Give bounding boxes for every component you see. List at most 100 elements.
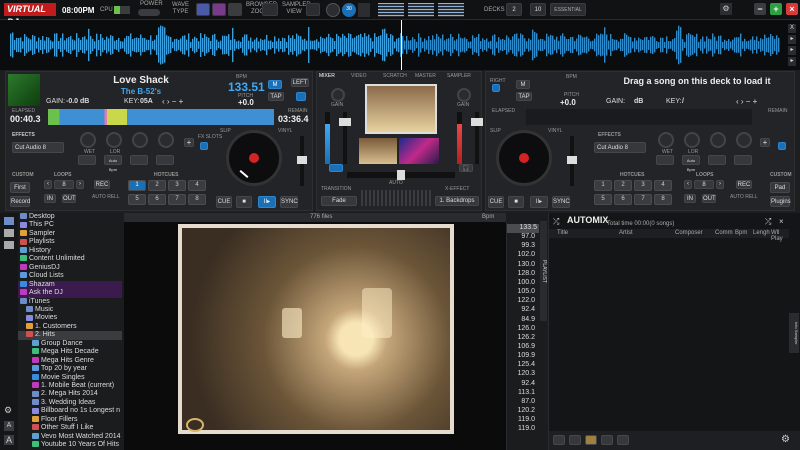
deck-left-fx-knob-3[interactable] <box>132 132 148 148</box>
crossfader[interactable] <box>347 170 455 180</box>
wave-side-button-2[interactable]: ▸ <box>788 35 796 44</box>
folder-tree-item[interactable]: Movie Singles <box>18 374 85 383</box>
bpm-cell[interactable]: 125.4 <box>507 361 537 370</box>
folder-tree-item[interactable]: Mega Hits Decade <box>18 348 99 357</box>
automix-column-header[interactable]: Lengh <box>753 230 770 236</box>
mixer-transition-select[interactable]: Fade <box>321 196 357 206</box>
bpm-cell[interactable]: 122.0 <box>507 297 537 306</box>
bpm-cell[interactable]: 87.0 <box>507 398 537 407</box>
folder-tree-item[interactable]: Group Dance <box>18 340 83 349</box>
font-size-small-button[interactable]: A <box>4 421 14 431</box>
bpm-cell[interactable]: 105.0 <box>507 288 537 297</box>
mixer-tab-master[interactable]: MASTER <box>415 73 436 79</box>
automix-column-header[interactable]: Title <box>557 230 568 236</box>
deck-right-loop-size[interactable]: 8 <box>694 180 714 189</box>
deck-left-cue-button[interactable]: CUE <box>216 196 232 208</box>
shuffle-icon[interactable]: ⤮ <box>553 217 561 226</box>
deck-right-song-progress[interactable] <box>526 109 752 125</box>
automix-shuffle-icon[interactable]: ⤮ <box>765 217 773 226</box>
bpm-cell[interactable]: 99.3 <box>507 242 537 251</box>
automix-skip-icon[interactable] <box>601 435 613 445</box>
wave-side-button-4[interactable]: ▸ <box>788 57 796 66</box>
layout-count[interactable]: 10 <box>530 3 546 16</box>
folder-tree-item[interactable]: Ask the DJ <box>18 289 122 298</box>
folder-tree-item[interactable]: History <box>18 247 51 256</box>
deck-left-fx-button-4[interactable] <box>156 155 174 165</box>
video-preview-main[interactable] <box>365 84 437 134</box>
deck-right-jog-wheel[interactable] <box>496 130 552 186</box>
folder-tree-item[interactable]: Shazam <box>18 280 122 290</box>
mixer-pfl-left[interactable] <box>329 164 343 172</box>
clock-circle-icon[interactable]: 30 <box>342 3 356 17</box>
deck-right-hotcue-pad[interactable]: 8 <box>654 194 672 205</box>
mixer-volume-right[interactable] <box>457 112 462 164</box>
folder-tree-item[interactable]: iTunes <box>18 298 50 307</box>
folder-tree-item[interactable]: Vevo Most Watched 2014 <box>18 433 121 442</box>
record-icon[interactable] <box>326 3 340 17</box>
mixer-tab-video[interactable]: VIDEO <box>351 73 367 79</box>
deck-right-stop-button[interactable]: ■ <box>508 196 524 208</box>
deck-right-cue-button[interactable]: CUE <box>488 196 504 208</box>
layout-button-3[interactable] <box>438 3 464 17</box>
settings-gear-icon[interactable]: ⚙ <box>720 3 732 15</box>
browser-zoom-button[interactable] <box>262 3 278 16</box>
folder-tree-item[interactable]: Music <box>18 306 53 315</box>
wave-side-button-1[interactable]: X <box>788 24 796 33</box>
deck-left-loop-out[interactable]: OUT <box>62 194 76 203</box>
deck-left-autobpm-button[interactable]: Auto Bpm <box>104 155 122 172</box>
folders-icon[interactable] <box>4 217 14 225</box>
deck-left-fx-button-3[interactable] <box>130 155 148 165</box>
deck-right-custom-button-1[interactable]: Pad <box>770 182 790 193</box>
mixer-tab-scratch[interactable]: SCRATCH <box>383 73 407 79</box>
deck-left-fx-knob-4[interactable] <box>158 132 174 148</box>
mixer-gain-left-knob[interactable] <box>331 88 345 102</box>
deck-left-rec-button[interactable]: REC <box>94 180 110 189</box>
folder-tree-item[interactable]: 2. Mega Hits 2014 <box>18 390 98 399</box>
folder-tree-item[interactable]: Content Unlimited <box>18 255 85 264</box>
mixer-xeffect-select[interactable]: 1. Backdrops <box>435 196 479 206</box>
deck-left-loop-in[interactable]: IN <box>44 194 56 203</box>
mixer-fader-left[interactable] <box>339 112 351 164</box>
bpm-cell[interactable]: 113.1 <box>507 389 537 398</box>
deck-right-rec-button[interactable]: REC <box>736 180 752 189</box>
bpm-cell[interactable]: 128.0 <box>507 270 537 279</box>
wave-side-button-3[interactable]: ▸ <box>788 46 796 55</box>
folder-tree-item[interactable]: Desktop <box>18 213 55 222</box>
bpm-cell[interactable]: 92.4 <box>507 380 537 389</box>
deck-left-jog-wheel[interactable] <box>226 130 282 186</box>
deck-right-fx-add-button[interactable]: + <box>760 138 770 147</box>
deck-right-deck-select[interactable] <box>492 84 500 92</box>
bpm-cell[interactable]: 120.3 <box>507 370 537 379</box>
deck-left-lor-knob[interactable] <box>106 132 122 148</box>
folder-tree-item[interactable]: 2. Hits <box>18 331 122 340</box>
deck-right-wet-button[interactable] <box>656 155 674 165</box>
deck-left-loop-plus[interactable]: › <box>76 180 84 189</box>
deck-right-pitch-slider[interactable] <box>567 136 577 186</box>
automix-column-header[interactable]: Artist <box>619 230 633 236</box>
deck-left-loop-minus[interactable]: ‹ <box>44 180 52 189</box>
sampler-view-button[interactable] <box>306 3 320 16</box>
deck-right-loop-in[interactable]: IN <box>684 194 696 203</box>
automix-column-header[interactable]: Comm <box>715 230 733 236</box>
deck-right-hotcue-pad[interactable]: 6 <box>614 194 632 205</box>
deck-right-sync-button[interactable]: SYNC <box>552 196 570 208</box>
automix-video-icon[interactable] <box>617 435 629 445</box>
deck-left-hotcue-pad[interactable]: 1 <box>128 180 146 191</box>
playlist-side-tab[interactable]: PLAYLIST <box>540 221 547 321</box>
deck-right-fx-button-4[interactable] <box>734 155 752 165</box>
bpm-cell[interactable]: 130.0 <box>507 261 537 270</box>
maximize-button[interactable]: + <box>770 3 782 15</box>
bpm-cell[interactable]: 133.5 <box>507 224 539 233</box>
automix-close-icon[interactable]: × <box>779 217 787 226</box>
deck-left-hotcue-pad[interactable]: 6 <box>148 194 166 205</box>
deck-right-hotcue-pad[interactable]: 7 <box>634 194 652 205</box>
automix-mix-icon[interactable] <box>585 435 597 445</box>
deck-left-wet-button[interactable] <box>78 155 96 165</box>
layout-button-2[interactable] <box>408 3 434 17</box>
deck-left-tap-button[interactable]: TAP <box>268 92 284 101</box>
bpm-cell[interactable]: 109.9 <box>507 352 537 361</box>
wave-type-button-2[interactable] <box>212 3 226 16</box>
folder-tree-item[interactable]: 1. Mobile Beat (current) <box>18 382 114 391</box>
info-sampler-side-tab[interactable]: Info Sampler <box>789 313 799 353</box>
deck-left-sync-button[interactable]: SYNC <box>280 196 298 208</box>
